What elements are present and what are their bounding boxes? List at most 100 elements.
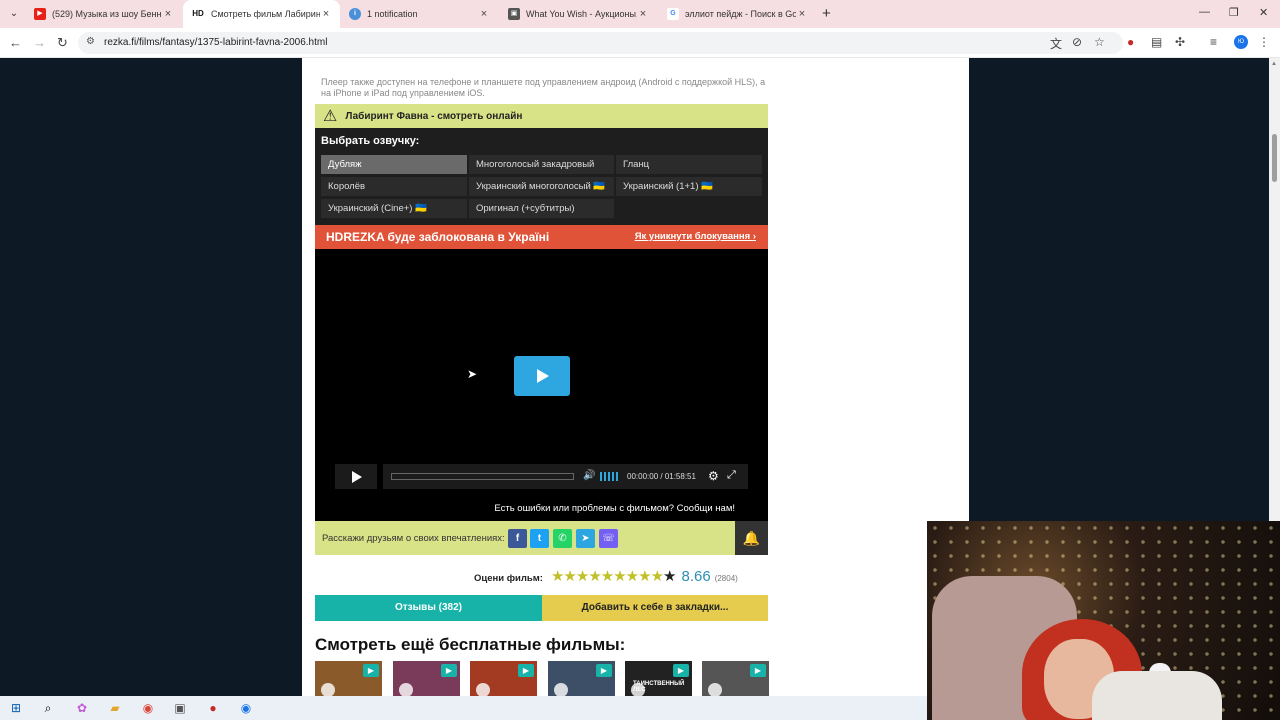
- star-icon[interactable]: ★: [601, 568, 614, 585]
- voice-option[interactable]: Украинский (Cine+) 🇺🇦: [321, 199, 467, 218]
- star-icon[interactable]: ★: [563, 568, 576, 585]
- bookmark-star-icon[interactable]: ☆: [1094, 35, 1105, 49]
- reviews-button[interactable]: Отзывы (382): [315, 595, 542, 621]
- close-icon[interactable]: ×: [162, 8, 174, 20]
- search-icon[interactable]: ⌕: [40, 700, 56, 716]
- close-icon[interactable]: ×: [320, 8, 332, 20]
- voice-option[interactable]: Многоголосый закадровый: [469, 155, 614, 174]
- star-icon[interactable]: ★: [576, 568, 589, 585]
- player-availability-text: Плеер также доступен на телефоне и планш…: [321, 77, 766, 98]
- tab-whatyouwish[interactable]: ▣ What You Wish - Аукционы, відгуки ×: [500, 0, 657, 28]
- hd-favicon: HD: [191, 8, 205, 20]
- block-notice-link[interactable]: Як уникнути блокування ›: [635, 231, 756, 242]
- movie-thumbnail[interactable]: ▶: [315, 661, 382, 696]
- close-icon[interactable]: ×: [796, 8, 808, 20]
- notify-bell-icon[interactable]: 🔔: [735, 521, 768, 555]
- timecode: 00:00:00 / 01:58:51: [627, 472, 696, 481]
- tab-title: эллиот пейдж - Поиск в Google: [685, 9, 796, 19]
- close-window-icon[interactable]: ✕: [1259, 6, 1268, 19]
- block-notice-text: HDREZKA буде заблокована в Україні: [326, 230, 550, 244]
- volume-icon[interactable]: 🔊: [583, 470, 595, 481]
- tab-rezka[interactable]: HD Смотреть фильм Лабиринт Фавна ×: [183, 0, 340, 28]
- reload-icon[interactable]: ↻: [57, 35, 68, 51]
- menu-icon[interactable]: ⋮: [1258, 35, 1270, 49]
- tab-youtube[interactable]: ▶ (529) Музыка из шоу Бенни Хилл ×: [26, 0, 182, 28]
- video-camera-icon: ▶: [750, 664, 766, 677]
- add-bookmark-button[interactable]: Добавить к себе в закладки...: [542, 595, 768, 621]
- control-play-button[interactable]: [335, 464, 377, 489]
- facebook-icon[interactable]: f: [508, 529, 527, 548]
- tab-notification[interactable]: i 1 notification ×: [341, 0, 498, 28]
- progress-bar[interactable]: [391, 473, 574, 480]
- star-icon[interactable]: ★: [651, 568, 664, 585]
- restore-icon[interactable]: ❐: [1229, 6, 1239, 19]
- star-icon[interactable]: ★: [663, 568, 676, 585]
- play-button[interactable]: [514, 356, 570, 396]
- voice-option[interactable]: Гланц: [616, 155, 762, 174]
- star-icon[interactable]: ★: [638, 568, 651, 585]
- chrome-profile-icon[interactable]: ◉: [238, 700, 254, 716]
- movie-thumbnail[interactable]: ▶: [702, 661, 769, 696]
- share-bar: Расскажи друзьям о своих впечатлениях: f…: [315, 521, 768, 555]
- file-explorer-icon[interactable]: ▰: [107, 700, 123, 716]
- star-icon[interactable]: ★: [551, 568, 564, 585]
- scroll-up-icon[interactable]: ▲: [1271, 61, 1277, 67]
- site-info-icon[interactable]: ⚙: [86, 36, 95, 47]
- voice-header: Выбрать озвучку:: [321, 135, 420, 147]
- voice-option[interactable]: Украинский многоголосый 🇺🇦: [469, 177, 614, 196]
- chrome-icon[interactable]: ◉: [140, 700, 156, 716]
- report-problem-link[interactable]: Есть ошибки или проблемы с фильмом? Сооб…: [494, 503, 735, 514]
- movie-thumbnail[interactable]: ▶ ТАИНСТВЕННЫЙ ЛЕС: [625, 661, 692, 696]
- star-icon[interactable]: ★: [626, 568, 639, 585]
- close-icon[interactable]: ×: [637, 8, 649, 20]
- avatar[interactable]: Ю: [1234, 35, 1248, 49]
- rating-score: 8.66: [681, 568, 711, 585]
- video-player[interactable]: ➤ 🔊 00:00:00 / 01:58:51 ⚙ ⤢ Есть ошибки …: [315, 249, 768, 521]
- star-icon[interactable]: ★: [613, 568, 626, 585]
- extension-icon[interactable]: ▤: [1151, 35, 1162, 49]
- warning-icon: ⚠: [323, 108, 338, 125]
- streamer-body: [1092, 671, 1222, 720]
- new-tab-button[interactable]: +: [822, 5, 831, 22]
- back-icon[interactable]: ←: [9, 35, 22, 50]
- app-icon[interactable]: ▣: [172, 700, 188, 716]
- whatsapp-icon[interactable]: ✆: [553, 529, 572, 548]
- voice-option[interactable]: Украинский (1+1) 🇺🇦: [616, 177, 762, 196]
- puzzle-icon[interactable]: ✣: [1175, 35, 1185, 49]
- scrollbar-thumb[interactable]: [1272, 134, 1277, 182]
- volume-level[interactable]: [600, 472, 620, 481]
- tab-search-icon[interactable]: ⌄: [6, 6, 22, 22]
- video-camera-icon: ▶: [596, 664, 612, 677]
- minimize-icon[interactable]: —: [1199, 6, 1210, 18]
- rating-stars[interactable]: ★★★★★★★★★★: [551, 567, 677, 585]
- translate-icon[interactable]: 文: [1050, 35, 1062, 52]
- tab-title: 1 notification: [367, 9, 418, 19]
- telegram-icon[interactable]: ➤: [576, 529, 595, 548]
- windows-start-icon[interactable]: ⊞: [8, 700, 24, 716]
- gear-icon[interactable]: ⚙: [708, 469, 719, 483]
- movie-thumbnail[interactable]: ▶: [393, 661, 460, 696]
- address-bar[interactable]: ⚙ rezka.fi/films/fantasy/1375-labirint-f…: [78, 32, 1123, 54]
- mouse-cursor-icon: ➤: [467, 367, 478, 381]
- voice-option[interactable]: Оригинал (+субтитры): [469, 199, 614, 218]
- movie-thumbnail[interactable]: ▶: [548, 661, 615, 696]
- voice-option[interactable]: Дубляж: [321, 155, 467, 174]
- rating-votes: (2804): [714, 574, 738, 583]
- extension-badge-icon[interactable]: ●: [1127, 35, 1134, 49]
- forward-icon[interactable]: →: [33, 35, 46, 50]
- movie-thumbnail[interactable]: ▶: [470, 661, 537, 696]
- fullscreen-icon[interactable]: ⤢: [727, 469, 736, 482]
- voice-option[interactable]: Королёв: [321, 177, 467, 196]
- star-icon[interactable]: ★: [588, 568, 601, 585]
- media-icon[interactable]: ≡: [1210, 35, 1217, 49]
- copilot-icon[interactable]: ✿: [74, 700, 90, 716]
- google-icon: G: [667, 8, 679, 20]
- twitter-icon[interactable]: t: [530, 529, 549, 548]
- viber-icon[interactable]: ☏: [599, 529, 618, 548]
- eye-off-icon[interactable]: ⊘: [1072, 35, 1082, 49]
- info-icon: i: [349, 8, 361, 20]
- close-icon[interactable]: ×: [478, 8, 490, 20]
- obs-icon[interactable]: ●: [205, 700, 221, 716]
- video-camera-icon: ▶: [441, 664, 457, 677]
- tab-google[interactable]: G эллиот пейдж - Поиск в Google ×: [659, 0, 816, 28]
